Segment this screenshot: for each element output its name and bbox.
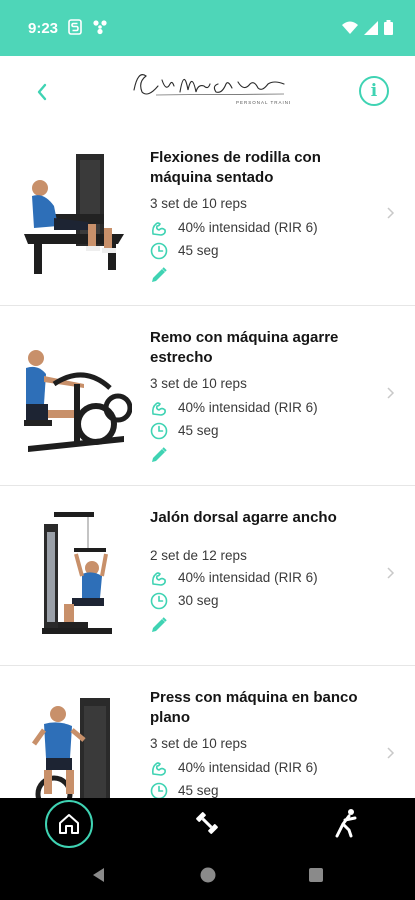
status-time: 9:23 — [28, 20, 59, 37]
app-header: PERSONAL TRAINER i — [0, 56, 415, 126]
clock-icon — [150, 242, 168, 260]
wifi-icon — [342, 21, 358, 34]
clock-icon — [150, 592, 168, 610]
exercise-title: Press con máquina en banco plano — [150, 689, 358, 726]
home-circle-icon[interactable] — [199, 866, 217, 884]
recents-square-icon[interactable] — [307, 866, 325, 884]
clock-icon — [150, 782, 168, 798]
chevron-right-icon — [387, 207, 395, 219]
bicep-icon — [152, 572, 166, 586]
chevron-right-icon — [387, 567, 395, 579]
edit-pencil-icon[interactable] — [150, 266, 168, 284]
back-button[interactable] — [28, 78, 56, 106]
exercise-title: Jalón dorsal agarre ancho — [150, 509, 337, 526]
exercise-item[interactable]: Remo con máquina agarre estrecho 3 set d… — [0, 306, 415, 486]
battery-icon — [384, 20, 393, 35]
home-icon — [59, 814, 79, 834]
clock-icon — [150, 422, 168, 440]
s-icon — [68, 19, 82, 35]
stretch-icon — [335, 809, 357, 838]
exercise-sets: 3 set de 10 reps — [150, 376, 247, 391]
fan-icon — [93, 20, 107, 35]
nav-tab-workouts[interactable] — [192, 808, 222, 838]
chevron-right-icon — [387, 387, 395, 399]
exercise-rest: 30 seg — [178, 593, 219, 608]
exercise-title: Flexiones de rodilla con máquina sentado — [150, 149, 321, 186]
exercise-sets: 2 set de 12 reps — [150, 548, 247, 563]
chevron-left-icon — [37, 83, 47, 101]
status-bar: 9:23 — [0, 0, 415, 56]
chevron-right-icon — [387, 747, 395, 759]
exercise-intensity: 40% intensidad (RIR 6) — [178, 400, 318, 415]
dumbbell-icon — [196, 812, 218, 834]
signal-icon — [364, 20, 378, 35]
nav-tab-home[interactable] — [45, 800, 93, 848]
exercise-list[interactable]: Flexiones de rodilla con máquina sentado… — [0, 126, 415, 798]
exercise-rest: 45 seg — [178, 783, 219, 798]
info-button[interactable]: i — [359, 76, 389, 106]
system-nav-bar — [0, 848, 415, 900]
exercise-title: Remo con máquina agarre estrecho — [150, 329, 339, 366]
brand-logo: PERSONAL TRAINER — [133, 74, 290, 105]
bicep-icon — [152, 222, 166, 236]
bottom-nav — [0, 798, 415, 848]
back-triangle-icon[interactable] — [90, 866, 108, 884]
exercise-image — [24, 350, 132, 452]
bicep-icon — [152, 402, 166, 416]
exercise-intensity: 40% intensidad (RIR 6) — [178, 570, 318, 585]
svg-text:PERSONAL TRAINER: PERSONAL TRAINER — [236, 100, 290, 105]
exercise-intensity: 40% intensidad (RIR 6) — [178, 760, 318, 775]
edit-pencil-icon[interactable] — [150, 616, 168, 634]
exercise-image — [31, 698, 110, 798]
exercise-item[interactable]: Press con máquina en banco plano 3 set d… — [0, 666, 415, 798]
bicep-icon — [152, 762, 166, 776]
exercise-intensity: 40% intensidad (RIR 6) — [178, 220, 318, 235]
info-icon: i — [370, 81, 378, 101]
nav-tab-stretching[interactable] — [330, 808, 360, 838]
exercise-sets: 3 set de 10 reps — [150, 196, 247, 211]
edit-pencil-icon[interactable] — [150, 446, 168, 464]
exercise-rest: 45 seg — [178, 243, 219, 258]
exercise-sets: 3 set de 10 reps — [150, 736, 247, 751]
exercise-image — [42, 512, 112, 634]
exercise-item[interactable]: Jalón dorsal agarre ancho 2 set de 12 re… — [0, 486, 415, 666]
exercise-item[interactable]: Flexiones de rodilla con máquina sentado… — [0, 126, 415, 306]
exercise-image — [24, 154, 124, 274]
exercise-rest: 45 seg — [178, 423, 219, 438]
